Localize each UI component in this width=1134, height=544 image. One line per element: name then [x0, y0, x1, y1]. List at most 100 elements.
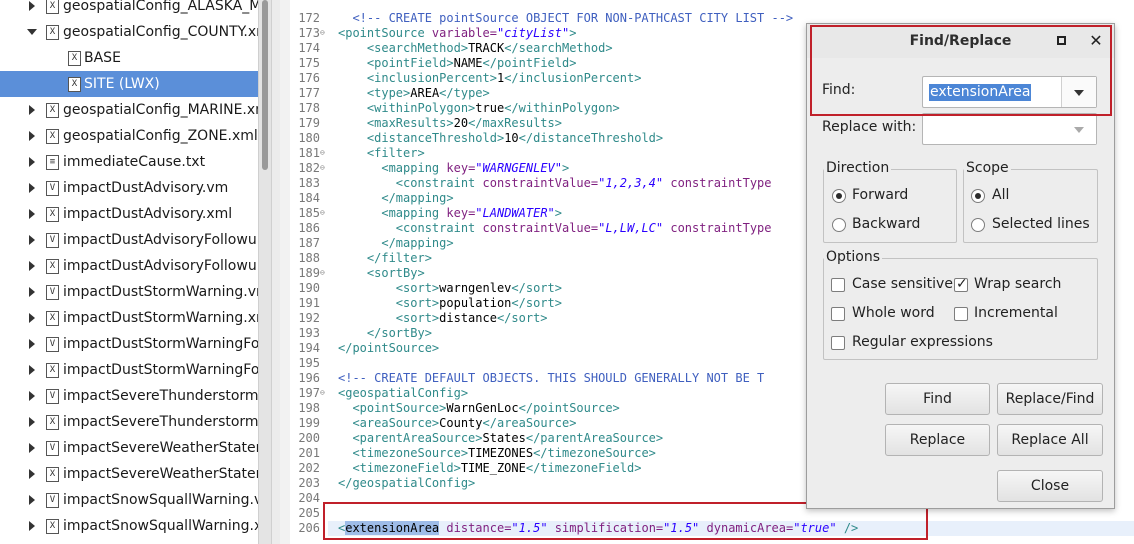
code-line[interactable]: <timezoneField>TIME_ZONE</timezoneField> [338, 461, 641, 476]
incremental-label[interactable]: Incremental [974, 305, 1058, 321]
whole-word-label[interactable]: Whole word [852, 305, 935, 321]
tree-item[interactable]: ≡ immediateCause.txt [0, 149, 258, 175]
code-line[interactable]: </mapping> [338, 236, 453, 251]
tree-item[interactable]: X SITE (LWX) [0, 71, 258, 97]
case-sensitive-checkbox[interactable] [831, 278, 845, 292]
tree-item[interactable]: XimpactSnowSquallWarning.xm [0, 513, 258, 539]
code-line[interactable]: </geospatialConfig> [338, 476, 475, 491]
tree-item[interactable]: VimpactSevereWeatherStateme [0, 435, 258, 461]
tree-item[interactable]: VimpactSnowSquallWarning.vm [0, 487, 258, 513]
tree-item[interactable]: VimpactSevereThunderstormWa [0, 383, 258, 409]
whole-word-checkbox[interactable] [831, 307, 845, 321]
code-line[interactable]: <pointSource variable="cityList"> [338, 26, 576, 41]
expanded-arrow-icon[interactable] [26, 26, 38, 38]
scope-selected-lines-label[interactable]: Selected lines [992, 216, 1090, 232]
tree-item[interactable]: X BASE [0, 45, 258, 71]
collapsed-arrow-icon[interactable] [26, 312, 38, 324]
collapsed-arrow-icon[interactable] [26, 390, 38, 402]
fold-toggle-icon[interactable]: ⊖ [320, 149, 328, 157]
collapsed-arrow-icon[interactable] [26, 286, 38, 298]
code-line[interactable]: </sortBy> [338, 326, 432, 341]
tree-item[interactable]: VimpactDustAdvisoryFollowup.v [0, 227, 258, 253]
case-sensitive-label[interactable]: Case sensitive [852, 276, 953, 292]
collapsed-arrow-icon[interactable] [26, 234, 38, 246]
code-line[interactable]: </pointSource> [338, 341, 439, 356]
tree-item[interactable]: XgeospatialConfig_MARINE.xml [0, 97, 258, 123]
scope-all-label[interactable]: All [992, 187, 1009, 203]
code-line[interactable]: <withinPolygon>true</withinPolygon> [338, 101, 620, 116]
wrap-search-checkbox[interactable]: ✓ [954, 276, 968, 292]
fold-toggle-icon[interactable]: ⊖ [320, 389, 328, 397]
collapsed-arrow-icon[interactable] [26, 494, 38, 506]
tree-item[interactable]: XimpactSevereThunderstormWa [0, 409, 258, 435]
code-line[interactable]: <type>AREA</type> [338, 86, 490, 101]
fold-toggle-icon[interactable]: ⊖ [320, 164, 328, 172]
backward-radio[interactable] [832, 218, 846, 232]
tree-item[interactable]: XimpactDustStormWarning.xml [0, 305, 258, 331]
tree-item[interactable]: XgeospatialConfig_ZONE.xml [0, 123, 258, 149]
forward-radio[interactable] [832, 189, 846, 203]
code-line[interactable]: <pointField>NAME</pointField> [338, 56, 577, 71]
scope-selected-lines-radio[interactable] [971, 218, 985, 232]
code-line[interactable]: <sortBy> [338, 266, 425, 281]
collapsed-arrow-icon[interactable] [26, 156, 38, 168]
collapsed-arrow-icon[interactable] [26, 208, 38, 220]
tree-scroll-thumb[interactable] [262, 0, 268, 170]
code-line[interactable]: <pointSource>WarnGenLoc</pointSource> [338, 401, 619, 416]
code-line[interactable]: <mapping key="WARNGENLEV"> [338, 161, 569, 176]
replace-button[interactable]: Replace [885, 424, 990, 456]
code-line[interactable]: <geospatialConfig> [338, 386, 468, 401]
incremental-checkbox[interactable] [954, 307, 968, 321]
collapsed-arrow-icon[interactable] [26, 0, 38, 12]
code-line[interactable]: <searchMethod>TRACK</searchMethod> [338, 41, 613, 56]
close-button[interactable]: Close [997, 470, 1103, 502]
code-line[interactable]: <constraint constraintValue="L,LW,LC" co… [338, 221, 772, 236]
tree-item[interactable]: VimpactDustStormWarningFollo [0, 331, 258, 357]
tree-item[interactable]: XgeospatialConfig_ALASKA_MA [0, 0, 258, 19]
code-line[interactable]: <maxResults>20</maxResults> [338, 116, 562, 131]
tree-item[interactable]: XimpactDustAdvisory.xml [0, 201, 258, 227]
code-line[interactable]: </mapping> [338, 191, 453, 206]
fold-toggle-icon[interactable]: ⊖ [320, 29, 328, 37]
find-button[interactable]: Find [885, 383, 990, 415]
code-line[interactable]: <!-- CREATE DEFAULT OBJECTS. THIS SHOULD… [338, 371, 764, 386]
tree-item[interactable]: XgeospatialConfig_COUNTY.xm [0, 19, 258, 45]
tree-item[interactable]: XimpactSevereWeatherStateme [0, 461, 258, 487]
code-line[interactable]: <!-- CREATE pointSource OBJECT FOR NON-P… [338, 11, 793, 26]
collapsed-arrow-icon[interactable] [26, 338, 38, 350]
collapsed-arrow-icon[interactable] [26, 468, 38, 480]
code-line[interactable]: <sort>population</sort> [338, 296, 562, 311]
code-line[interactable]: <inclusionPercent>1</inclusionPercent> [338, 71, 642, 86]
wrap-search-label[interactable]: Wrap search [974, 276, 1061, 292]
replace-history-dropdown[interactable] [1062, 114, 1096, 144]
collapsed-arrow-icon[interactable] [26, 520, 38, 532]
tree-item[interactable]: XimpactDustAdvisoryFollowup.x [0, 253, 258, 279]
scope-all-radio[interactable] [971, 189, 985, 203]
backward-label[interactable]: Backward [852, 216, 920, 232]
collapsed-arrow-icon[interactable] [26, 416, 38, 428]
code-line[interactable]: <sort>warngenlev</sort> [338, 281, 562, 296]
replace-find-button[interactable]: Replace/Find [997, 383, 1103, 415]
tree-vertical-scrollbar[interactable] [258, 0, 271, 544]
code-line[interactable]: <constraint constraintValue="1,2,3,4" co… [338, 176, 772, 191]
code-line[interactable]: <parentAreaSource>States</parentAreaSour… [338, 431, 663, 446]
collapsed-arrow-icon[interactable] [26, 130, 38, 142]
tree-item[interactable]: VimpactDustStormWarning.vm [0, 279, 258, 305]
forward-label[interactable]: Forward [852, 187, 908, 203]
collapsed-arrow-icon[interactable] [26, 104, 38, 116]
replace-combo[interactable] [922, 113, 1097, 145]
regex-checkbox[interactable] [831, 336, 845, 350]
code-line[interactable]: <filter> [338, 146, 425, 161]
fold-toggle-icon[interactable]: ⊖ [320, 269, 328, 277]
collapsed-arrow-icon[interactable] [26, 364, 38, 376]
fold-toggle-icon[interactable]: ⊖ [320, 209, 328, 217]
code-line[interactable]: <distanceThreshold>10</distanceThreshold… [338, 131, 663, 146]
code-line[interactable]: <timezoneSource>TIMEZONES</timezoneSourc… [338, 446, 655, 461]
collapsed-arrow-icon[interactable] [26, 442, 38, 454]
code-line[interactable]: <mapping key="LANDWATER"> [338, 206, 562, 221]
regex-label[interactable]: Regular expressions [852, 334, 993, 350]
collapsed-arrow-icon[interactable] [26, 260, 38, 272]
code-line[interactable]: <sort>distance</sort> [338, 311, 548, 326]
code-line[interactable]: <areaSource>County</areaSource> [338, 416, 576, 431]
tree-item[interactable]: XimpactDustStormWarningFollo [0, 357, 258, 383]
